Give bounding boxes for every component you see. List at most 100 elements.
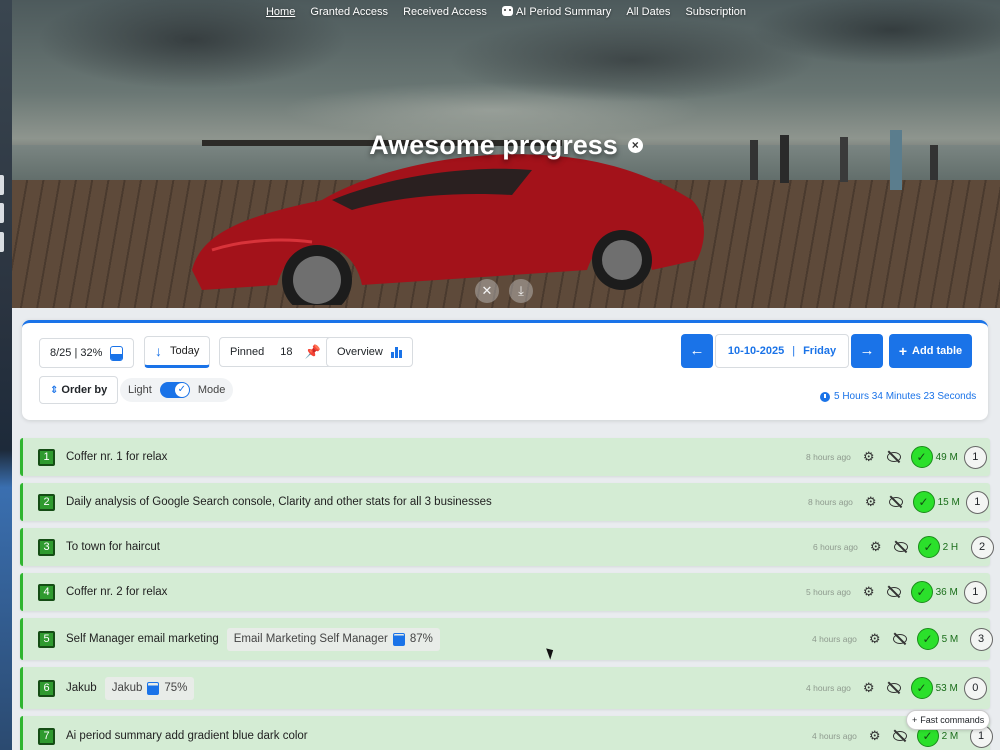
close-icon[interactable]: ✕ bbox=[475, 279, 499, 303]
task-duration: 53 M bbox=[935, 682, 958, 694]
task-row[interactable]: 1 Coffer nr. 1 for relax 8 hours ago ⚙ ✓… bbox=[20, 438, 990, 476]
date-display[interactable]: 10-10-2025 | Friday bbox=[715, 334, 849, 368]
task-time-ago: 4 hours ago bbox=[812, 731, 857, 741]
task-row[interactable]: 5 Self Manager email marketing Email Mar… bbox=[20, 618, 993, 660]
check-icon[interactable]: ✓ bbox=[910, 677, 933, 699]
task-title: Self Manager email marketing bbox=[66, 633, 219, 645]
nav-ai-period-summary[interactable]: AI Period Summary bbox=[501, 6, 611, 18]
elapsed-timer: 5 Hours 34 Minutes 23 Seconds bbox=[820, 391, 976, 402]
clock-icon bbox=[820, 391, 830, 402]
bar-chart-icon bbox=[390, 346, 402, 358]
eye-off-icon[interactable] bbox=[886, 587, 901, 597]
check-icon[interactable]: ✓ bbox=[916, 628, 939, 650]
weekday-value: Friday bbox=[803, 345, 837, 357]
check-icon[interactable]: ✓ bbox=[910, 446, 933, 468]
eye-off-icon[interactable] bbox=[892, 731, 907, 741]
eye-off-icon[interactable] bbox=[886, 452, 901, 462]
pinned-button[interactable]: Pinned 18 📌 bbox=[219, 337, 332, 367]
nav-received-access[interactable]: Received Access bbox=[403, 6, 487, 18]
nav-subscription[interactable]: Subscription bbox=[685, 6, 746, 18]
task-actions: 4 hours ago ⚙ ✓ 53 M 0 bbox=[806, 667, 987, 709]
battery-icon bbox=[110, 345, 124, 361]
download-icon[interactable]: ⤓ bbox=[509, 279, 533, 303]
task-time-ago: 4 hours ago bbox=[806, 683, 851, 693]
gear-icon[interactable]: ⚙ bbox=[865, 494, 877, 510]
gear-icon[interactable]: ⚙ bbox=[863, 449, 875, 465]
task-actions: 5 hours ago ⚙ ✓ 36 M 1 bbox=[806, 573, 987, 611]
plus-icon: + bbox=[912, 715, 918, 725]
robot-icon bbox=[501, 6, 513, 16]
nav-home[interactable]: Home bbox=[266, 6, 295, 18]
task-actions: 6 hours ago ⚙ ✓ 2 H 2 bbox=[813, 528, 994, 566]
task-count[interactable]: 1 bbox=[965, 490, 989, 514]
task-count[interactable]: 1 bbox=[963, 580, 987, 604]
nav-granted-access[interactable]: Granted Access bbox=[310, 6, 388, 18]
task-number: 4 bbox=[38, 583, 55, 601]
task-title: Daily analysis of Google Search console,… bbox=[66, 496, 492, 508]
date-separator: | bbox=[792, 345, 796, 357]
pinned-count: 18 bbox=[280, 346, 293, 358]
eye-off-icon[interactable] bbox=[886, 683, 901, 693]
task-tag[interactable]: Email Marketing Self Manager 87% bbox=[226, 627, 440, 651]
task-duration: 2 H bbox=[942, 541, 959, 553]
window-edge-tab bbox=[0, 232, 4, 252]
eye-off-icon[interactable] bbox=[892, 634, 907, 644]
mode-switch: Light Mode bbox=[120, 378, 234, 402]
add-table-button[interactable]: + Add table bbox=[889, 334, 972, 368]
task-duration: 2 M bbox=[941, 730, 959, 742]
check-icon[interactable]: ✓ bbox=[912, 491, 935, 513]
gear-icon[interactable]: ⚙ bbox=[863, 584, 875, 600]
task-tag-percent: 87% bbox=[409, 633, 433, 645]
task-count[interactable]: 0 bbox=[963, 676, 987, 700]
date-value: 10-10-2025 bbox=[727, 345, 785, 357]
task-row[interactable]: 7 Ai period summary add gradient blue da… bbox=[20, 716, 993, 750]
task-number: 7 bbox=[38, 727, 55, 745]
task-title: To town for haircut bbox=[66, 541, 160, 553]
window-edge-tab bbox=[0, 203, 4, 223]
gear-icon[interactable]: ⚙ bbox=[863, 680, 875, 696]
gear-icon[interactable]: ⚙ bbox=[870, 539, 882, 555]
arrow-down-icon: ↓ bbox=[155, 343, 162, 359]
fast-commands-button[interactable]: + Fast commands bbox=[906, 710, 991, 730]
task-count[interactable]: 1 bbox=[963, 445, 987, 469]
hero-banner: Home Granted Access Received Access AI P… bbox=[12, 0, 1000, 308]
task-count[interactable]: 2 bbox=[970, 535, 994, 559]
eye-off-icon[interactable] bbox=[893, 542, 908, 552]
task-number: 3 bbox=[38, 538, 55, 556]
sort-icon: ⇕ bbox=[50, 384, 59, 396]
order-by-button[interactable]: ⇕ Order by bbox=[39, 376, 119, 404]
task-row[interactable]: 3 To town for haircut 6 hours ago ⚙ ✓ 2 … bbox=[20, 528, 994, 566]
next-date-button[interactable]: → bbox=[851, 334, 883, 368]
task-actions: 8 hours ago ⚙ ✓ 15 M 1 bbox=[808, 483, 989, 521]
task-number: 5 bbox=[38, 630, 55, 648]
task-number: 1 bbox=[38, 448, 55, 466]
task-tag[interactable]: Jakub 75% bbox=[104, 676, 195, 700]
gear-icon[interactable]: ⚙ bbox=[869, 728, 881, 744]
task-row[interactable]: 2 Daily analysis of Google Search consol… bbox=[20, 483, 990, 521]
hero-title-close-icon[interactable]: × bbox=[627, 138, 643, 153]
task-duration: 5 M bbox=[941, 633, 959, 645]
eye-off-icon[interactable] bbox=[888, 497, 903, 507]
mode-toggle[interactable] bbox=[159, 382, 190, 398]
progress-button[interactable]: 8/25 | 32% bbox=[39, 338, 135, 368]
mode-label: Mode bbox=[197, 384, 226, 396]
top-navigation: Home Granted Access Received Access AI P… bbox=[12, 6, 1000, 18]
check-icon[interactable]: ✓ bbox=[910, 581, 933, 603]
task-title: Coffer nr. 2 for relax bbox=[66, 586, 168, 598]
task-row[interactable]: 4 Coffer nr. 2 for relax 5 hours ago ⚙ ✓… bbox=[20, 573, 990, 611]
previous-date-button[interactable]: ← bbox=[681, 334, 713, 368]
overview-button[interactable]: Overview bbox=[326, 337, 413, 367]
task-row[interactable]: 6 Jakub Jakub 75% 4 hours ago ⚙ ✓ 53 M 0 bbox=[20, 667, 990, 709]
gear-icon[interactable]: ⚙ bbox=[869, 631, 881, 647]
task-count[interactable]: 3 bbox=[969, 627, 993, 651]
order-by-label: Order by bbox=[61, 384, 108, 396]
task-actions: 4 hours ago ⚙ ✓ 5 M 3 bbox=[812, 618, 993, 660]
nav-all-dates[interactable]: All Dates bbox=[626, 6, 670, 18]
today-button[interactable]: ↓ Today bbox=[144, 336, 211, 368]
task-time-ago: 8 hours ago bbox=[808, 497, 853, 507]
task-actions: 8 hours ago ⚙ ✓ 49 M 1 bbox=[806, 438, 987, 476]
timer-text: 5 Hours 34 Minutes 23 Seconds bbox=[834, 391, 977, 402]
check-icon[interactable]: ✓ bbox=[917, 536, 940, 558]
mode-light-label: Light bbox=[128, 384, 152, 396]
fast-commands-label: Fast commands bbox=[920, 715, 985, 725]
